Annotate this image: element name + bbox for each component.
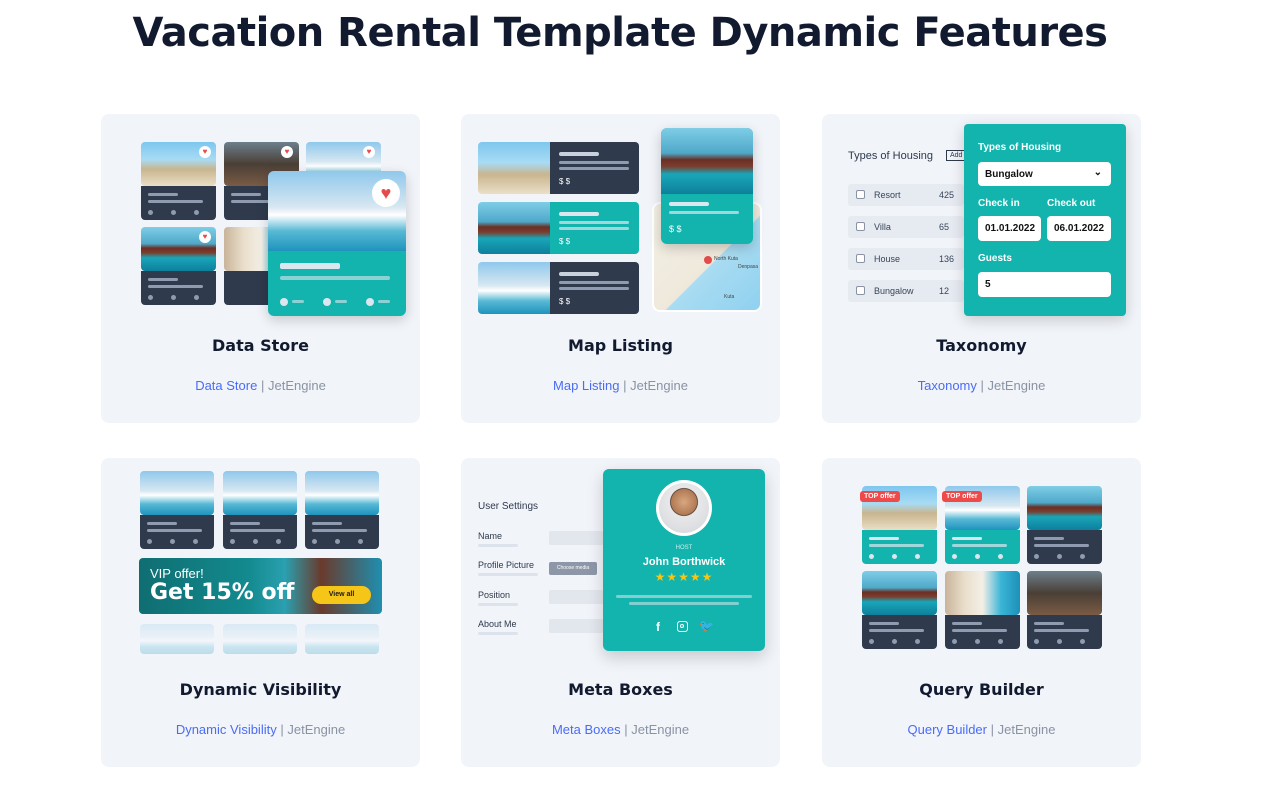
featured-listing-card: ♥: [268, 171, 406, 316]
card-links: Map Listing | JetEngine: [553, 378, 688, 393]
listing-info: $ $: [550, 202, 639, 254]
taxonomy-row[interactable]: House 136: [848, 248, 964, 270]
listing-photo: [478, 142, 550, 194]
host-profile-card: HOST John Borthwick ★★★★★ f 🐦: [603, 469, 765, 651]
listing-info: [1027, 615, 1102, 649]
hidden-listing-photo: [140, 624, 214, 654]
feature-card-taxonomy[interactable]: Types of Housing Add Resort 425 Villa 65 H…: [822, 114, 1141, 423]
card-title: Data Store: [212, 336, 309, 355]
hidden-listing-photo: [223, 624, 297, 654]
card-links: Dynamic Visibility | JetEngine: [175, 722, 346, 737]
listing-photo: [223, 471, 297, 515]
map-popup-card: $ $: [661, 128, 753, 244]
listing-info: [945, 530, 1020, 564]
card-title: Map Listing: [568, 336, 673, 355]
listing-info: [945, 615, 1020, 649]
query-builder-link[interactable]: Query Builder: [908, 722, 987, 737]
heart-icon: ♥: [199, 146, 211, 158]
twitter-icon[interactable]: 🐦: [699, 619, 714, 633]
taxonomy-row[interactable]: Villa 65: [848, 216, 964, 238]
heart-icon: ♥: [372, 179, 400, 207]
host-name: John Borthwick: [642, 556, 726, 568]
choose-media-button[interactable]: Choose media: [549, 562, 597, 575]
card-title: Dynamic Visibility: [179, 680, 342, 699]
vip-offer-banner[interactable]: VIP offer! Get 15% off View all: [139, 558, 382, 614]
listing-info: $ $: [550, 262, 639, 314]
listing-info: [862, 615, 937, 649]
card-links: Data Store | JetEngine: [195, 378, 326, 393]
top-offer-badge: TOP offer: [860, 491, 900, 502]
checkout-field[interactable]: 06.01.2022: [1047, 216, 1111, 241]
feature-card-meta-boxes[interactable]: User Settings Name Profile Picture Choos…: [461, 458, 780, 767]
position-field[interactable]: [549, 590, 603, 604]
card-title: Query Builder: [919, 680, 1044, 699]
housing-type-select[interactable]: Bungalow ⌄: [978, 162, 1111, 186]
hidden-listing-photo: [305, 624, 379, 654]
listing-info: [223, 515, 297, 549]
taxonomy-row[interactable]: Resort 425: [848, 184, 964, 206]
map-listing-link[interactable]: Map Listing: [553, 378, 619, 393]
feature-card-map-listing[interactable]: $ $ $ $ $ $ North Kuta Denpasa Kuta $ $ …: [461, 114, 780, 423]
feature-card-data-store[interactable]: ♥ ♥ ♥ ♥ ♥ Data Store Data Store | JetEng…: [101, 114, 420, 423]
facebook-icon[interactable]: f: [656, 620, 660, 634]
listing-photo: [478, 202, 550, 254]
listing-photo: [305, 471, 379, 515]
taxonomy-row[interactable]: Bungalow 12: [848, 280, 964, 302]
heart-icon: ♥: [199, 231, 211, 243]
checkbox[interactable]: [856, 222, 865, 231]
star-rating: ★★★★★: [654, 570, 714, 584]
listing-photo: [945, 571, 1020, 615]
name-field[interactable]: [549, 531, 603, 545]
card-title: Meta Boxes: [568, 680, 673, 699]
listing-info: [141, 186, 216, 220]
heart-icon: ♥: [363, 146, 375, 158]
taxonomy-link[interactable]: Taxonomy: [918, 378, 977, 393]
listing-info: [141, 271, 216, 305]
card-title: Taxonomy: [936, 336, 1027, 355]
listing-info: [862, 530, 937, 564]
feature-card-query-builder[interactable]: TOP offer TOP offer Query Builder Query …: [822, 458, 1141, 767]
card-links: Meta Boxes | JetEngine: [551, 722, 690, 737]
data-store-link[interactable]: Data Store: [195, 378, 257, 393]
search-filter-panel: Types of Housing Bungalow ⌄ Check in Che…: [964, 124, 1126, 316]
chevron-down-icon: ⌄: [1093, 167, 1102, 178]
user-settings-heading: User Settings: [478, 501, 539, 512]
taxonomy-heading: Types of Housing: [848, 150, 933, 162]
dynamic-visibility-link[interactable]: Dynamic Visibility: [176, 722, 277, 737]
card-links: Taxonomy | JetEngine: [917, 378, 1046, 393]
listing-photo: [478, 262, 550, 314]
avatar: [656, 480, 712, 536]
heart-icon: ♥: [281, 146, 293, 158]
meta-boxes-link[interactable]: Meta Boxes: [552, 722, 621, 737]
listing-info: [305, 515, 379, 549]
card-links: Query Builder | JetEngine: [907, 722, 1056, 737]
checkbox[interactable]: [856, 286, 865, 295]
listing-photo: [140, 471, 214, 515]
listing-photo: [1027, 571, 1102, 615]
guests-field[interactable]: 5: [978, 272, 1111, 297]
instagram-icon[interactable]: [677, 621, 688, 632]
checkin-field[interactable]: 01.01.2022: [978, 216, 1041, 241]
checkbox[interactable]: [856, 254, 865, 263]
listing-photo: [1027, 486, 1102, 530]
listing-info: [1027, 530, 1102, 564]
listing-info: [140, 515, 214, 549]
about-me-field[interactable]: [549, 619, 603, 633]
listing-info: $ $: [550, 142, 639, 194]
view-all-button[interactable]: View all: [312, 586, 371, 604]
page-title: Vacation Rental Template Dynamic Feature…: [132, 10, 1109, 56]
feature-card-dynamic-visibility[interactable]: VIP offer! Get 15% off View all Dynamic …: [101, 458, 420, 767]
map-pin-icon: [704, 256, 712, 264]
checkbox[interactable]: [856, 190, 865, 199]
listing-photo: [862, 571, 937, 615]
top-offer-badge: TOP offer: [942, 491, 982, 502]
